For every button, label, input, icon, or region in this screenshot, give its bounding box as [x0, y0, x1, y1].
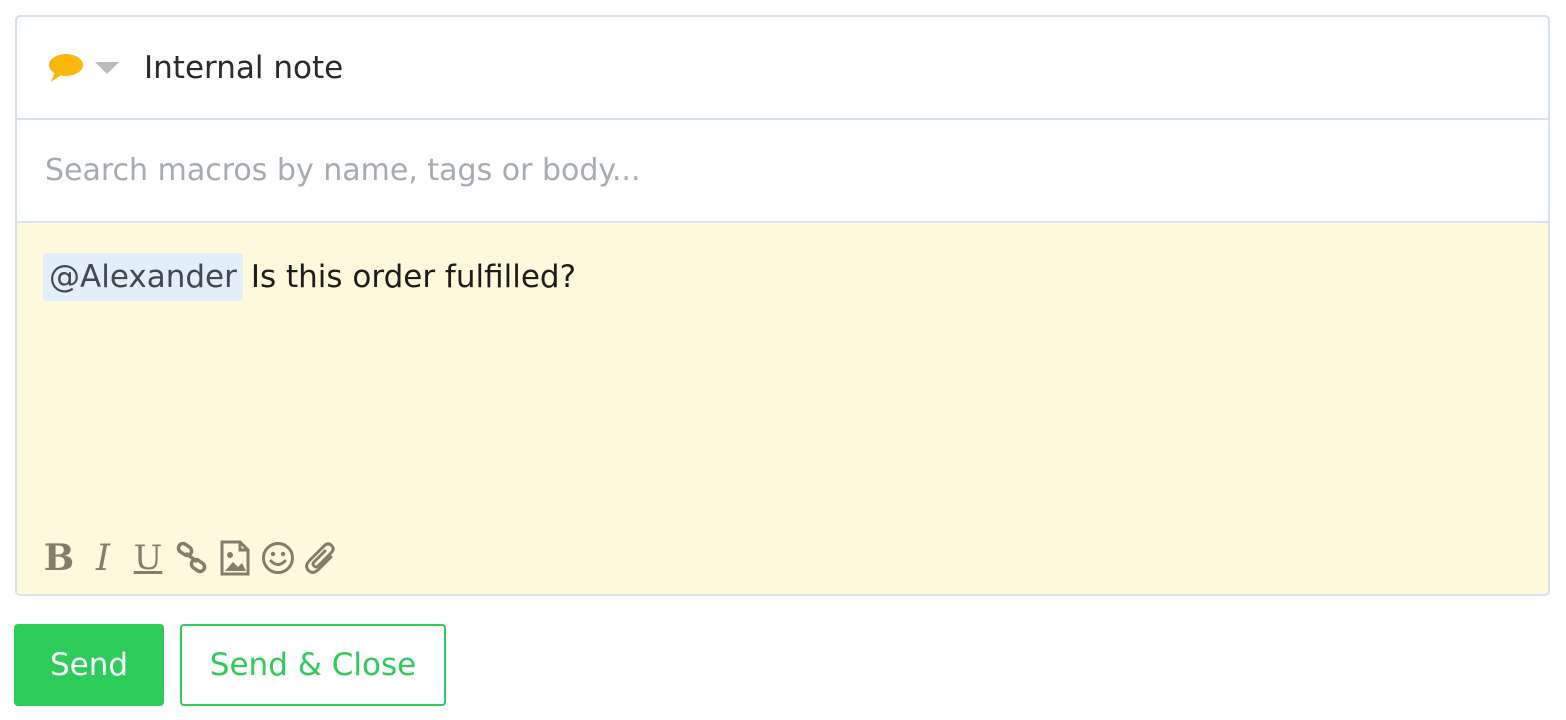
send-button[interactable]: Send [14, 624, 164, 706]
message-body[interactable]: @Alexander Is this order fulfilled? [43, 253, 576, 301]
speech-bubble-icon [49, 53, 83, 82]
italic-icon[interactable]: I [89, 538, 117, 579]
channel-row: Internal note [17, 17, 1548, 120]
emoji-icon[interactable] [261, 538, 295, 578]
image-icon[interactable] [219, 538, 251, 578]
underline-icon[interactable]: U [131, 538, 165, 578]
message-editor[interactable]: @Alexander Is this order fulfilled? B I … [17, 223, 1548, 594]
message-composer: Internal note @Alexander Is this order f… [15, 15, 1550, 596]
attachment-icon[interactable] [305, 538, 339, 578]
link-icon[interactable] [175, 538, 209, 578]
mention-tag[interactable]: @Alexander [43, 253, 243, 301]
channel-selector[interactable] [47, 52, 120, 84]
action-buttons: Send Send & Close [14, 624, 446, 706]
formatting-toolbar: B I U [43, 537, 349, 579]
macro-search-input[interactable] [43, 139, 1517, 202]
chevron-down-icon [95, 61, 119, 74]
send-and-close-button[interactable]: Send & Close [180, 624, 446, 706]
macro-search-row [17, 120, 1548, 223]
message-text: Is this order fulfilled? [250, 259, 577, 295]
bold-icon[interactable]: B [43, 537, 75, 579]
channel-label: Internal note [144, 49, 344, 86]
